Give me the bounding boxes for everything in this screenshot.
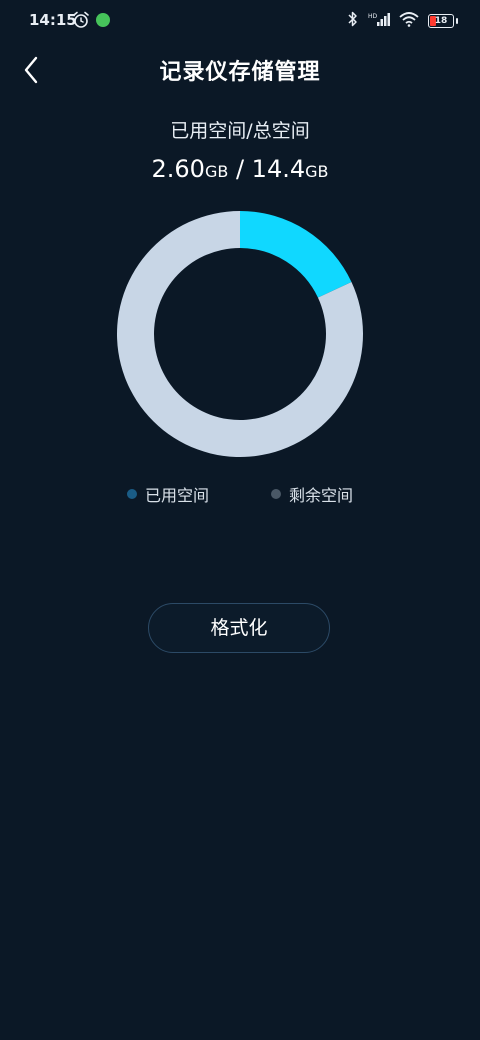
status-bar: 14:15 HD 18 xyxy=(0,0,480,42)
alarm-icon xyxy=(72,11,90,33)
storage-amount: 2.60GB / 14.4GB xyxy=(0,155,480,183)
legend-used: 已用空间 xyxy=(126,482,209,506)
legend-remaining: 剩余空间 xyxy=(271,482,353,506)
storage-caption: 已用空间/总空间 xyxy=(170,120,310,142)
donut-slice-used xyxy=(240,211,352,298)
battery-level: 18 xyxy=(434,16,448,26)
battery-icon: 18 xyxy=(428,14,458,28)
used-value: 2.60 xyxy=(151,155,205,183)
notification-app-icon xyxy=(96,13,110,27)
status-time: 14:15 xyxy=(29,11,77,29)
bluetooth-icon xyxy=(347,11,359,31)
storage-donut-chart xyxy=(117,211,363,457)
legend-remaining-label: 剩余空间 xyxy=(289,486,354,505)
chart-legend: 已用空间 剩余空间 xyxy=(0,482,480,506)
legend-used-label: 已用空间 xyxy=(144,486,209,505)
nav-bar: 记录仪存储管理 xyxy=(0,44,480,94)
total-value: 14.4 xyxy=(251,155,306,183)
amount-separator: / xyxy=(228,155,252,183)
used-unit: GB xyxy=(204,162,229,181)
wifi-icon xyxy=(399,11,419,31)
legend-remaining-dot xyxy=(271,489,281,499)
format-button[interactable]: 格式化 xyxy=(148,603,330,653)
total-unit: GB xyxy=(305,162,329,181)
cellular-signal-icon: HD xyxy=(368,11,390,31)
legend-used-dot xyxy=(126,489,137,499)
page-title: 记录仪存储管理 xyxy=(159,60,321,85)
svg-text:HD: HD xyxy=(368,13,378,20)
